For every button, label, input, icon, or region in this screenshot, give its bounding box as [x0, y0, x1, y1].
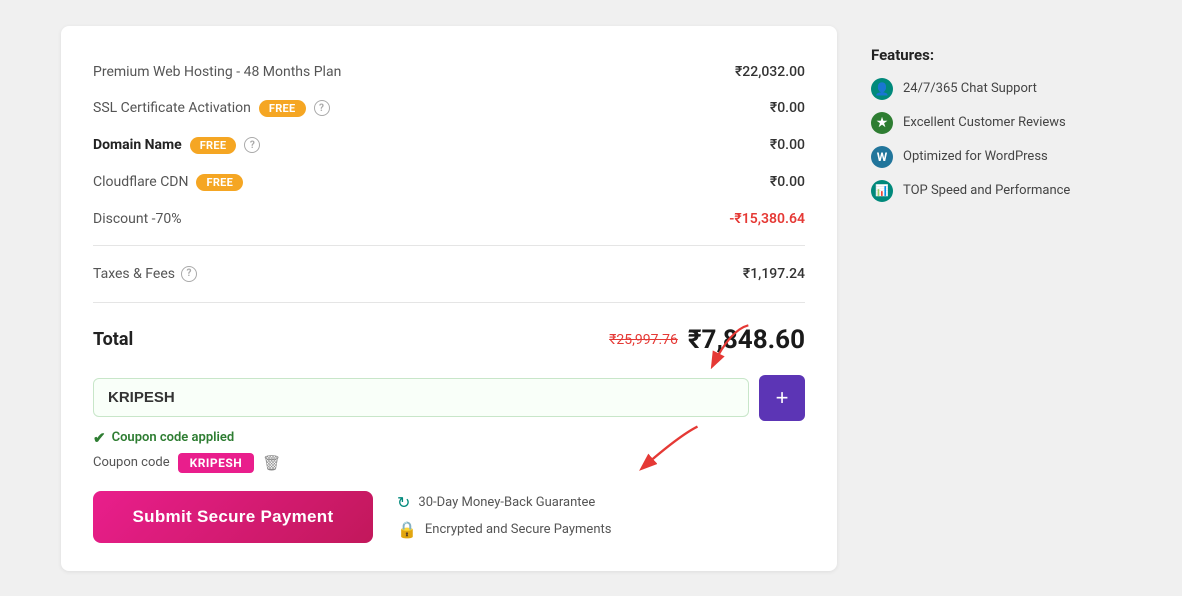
guarantee-item-1: 🔒 Encrypted and Secure Payments [397, 520, 611, 539]
bottom-row: Submit Secure Payment ↻ 30-Day Money-Bac… [93, 477, 805, 543]
coupon-code-label: Coupon code [93, 455, 170, 470]
line-item-domain-value: ₹0.00 [770, 137, 805, 153]
wordpress-icon: W [871, 146, 893, 168]
order-summary-card: Premium Web Hosting - 48 Months Plan ₹22… [61, 26, 837, 571]
line-item-ssl-value: ₹0.00 [770, 100, 805, 116]
line-item-discount: Discount -70% -₹15,380.64 [93, 201, 805, 237]
coupon-add-button[interactable]: + [759, 375, 805, 421]
money-back-icon: ↻ [397, 493, 410, 512]
line-item-hosting-value: ₹22,032.00 [735, 64, 805, 80]
line-item-ssl-label: SSL Certificate Activation FREE ? [93, 100, 330, 117]
feature-item-1: ★ Excellent Customer Reviews [871, 112, 1121, 134]
coupon-input[interactable] [93, 378, 749, 417]
feature-item-3: 📊 TOP Speed and Performance [871, 180, 1121, 202]
chat-support-icon: 👤 [871, 78, 893, 100]
line-item-ssl: SSL Certificate Activation FREE ? ₹0.00 [93, 90, 805, 127]
domain-help-icon[interactable]: ? [244, 137, 260, 153]
divider-2 [93, 302, 805, 303]
line-item-hosting-label: Premium Web Hosting - 48 Months Plan [93, 64, 341, 80]
line-item-discount-label: Discount -70% [93, 211, 182, 227]
speed-icon: 📊 [871, 180, 893, 202]
customer-reviews-icon: ★ [871, 112, 893, 134]
guarantee-list: ↻ 30-Day Money-Back Guarantee 🔒 Encrypte… [397, 493, 611, 539]
submit-payment-button[interactable]: Submit Secure Payment [93, 491, 373, 543]
secure-payment-icon: 🔒 [397, 520, 417, 539]
ssl-free-badge: FREE [259, 100, 306, 117]
total-row: Total ₹25,997.76 ₹7,848.60 [93, 311, 805, 371]
line-item-hosting: Premium Web Hosting - 48 Months Plan ₹22… [93, 54, 805, 90]
ssl-help-icon[interactable]: ? [314, 100, 330, 116]
coupon-input-row: + [93, 375, 805, 421]
line-item-domain: Domain Name FREE ? ₹0.00 [93, 127, 805, 164]
coupon-tag: KRIPESH [178, 453, 255, 473]
total-price-group: ₹25,997.76 ₹7,848.60 [609, 325, 805, 355]
taxes-row: Taxes & Fees ? ₹1,197.24 [93, 254, 805, 294]
domain-free-badge: FREE [190, 137, 237, 154]
features-panel: Features: 👤 24/7/365 Chat Support ★ Exce… [861, 26, 1121, 571]
trash-icon[interactable]: 🗑 [262, 454, 281, 472]
coupon-applied-message: ✔ Coupon code applied [93, 429, 805, 447]
line-item-discount-value: -₹15,380.64 [729, 211, 805, 227]
line-item-domain-label: Domain Name FREE ? [93, 137, 260, 154]
total-label: Total [93, 329, 133, 350]
checkmark-icon: ✔ [93, 429, 106, 447]
taxes-label: Taxes & Fees ? [93, 266, 197, 282]
taxes-value: ₹1,197.24 [743, 266, 805, 282]
coupon-code-row: Coupon code KRIPESH 🗑 [93, 453, 805, 473]
divider-1 [93, 245, 805, 246]
feature-item-2: W Optimized for WordPress [871, 146, 1121, 168]
line-item-cdn-value: ₹0.00 [770, 174, 805, 190]
cdn-free-badge: FREE [196, 174, 243, 191]
line-item-cdn: Cloudflare CDN FREE ₹0.00 [93, 164, 805, 201]
new-price: ₹7,848.60 [688, 325, 805, 355]
line-item-cdn-label: Cloudflare CDN FREE [93, 174, 243, 191]
old-price: ₹25,997.76 [609, 332, 678, 348]
features-title: Features: [871, 46, 1121, 64]
feature-item-0: 👤 24/7/365 Chat Support [871, 78, 1121, 100]
taxes-help-icon[interactable]: ? [181, 266, 197, 282]
guarantee-item-0: ↻ 30-Day Money-Back Guarantee [397, 493, 611, 512]
